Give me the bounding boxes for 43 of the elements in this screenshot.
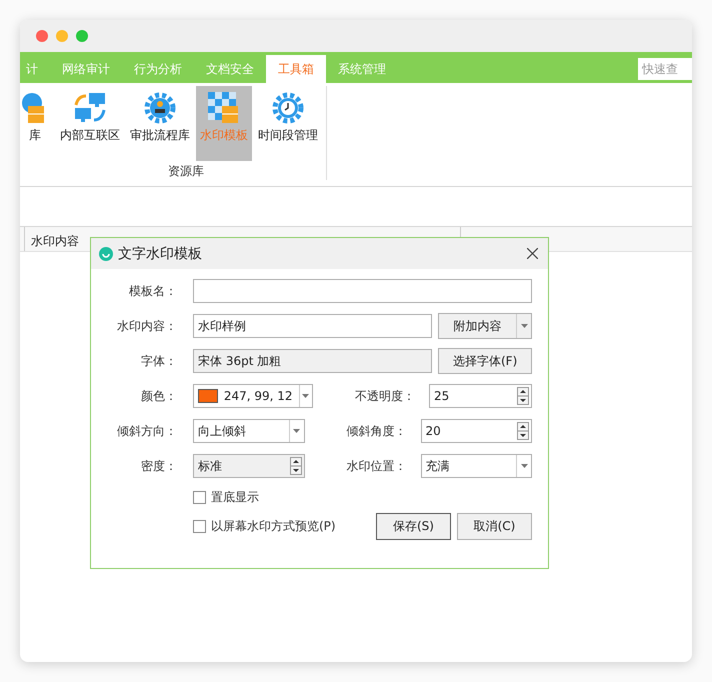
window-control[interactable] xyxy=(36,30,48,42)
ribbon-item[interactable]: 库 xyxy=(20,86,54,161)
field-label: 模板名： xyxy=(128,282,177,300)
field-label: 倾斜方向： xyxy=(116,422,177,440)
input-field[interactable] xyxy=(193,279,532,303)
spinner-icon[interactable] xyxy=(517,387,529,405)
input-field[interactable]: 水印样例 xyxy=(193,314,432,338)
dropdown[interactable]: 向上倾斜 xyxy=(193,419,304,443)
field-label: 字体： xyxy=(140,352,177,370)
group-label: 资源库 xyxy=(167,163,204,180)
spinner-icon[interactable] xyxy=(290,457,302,475)
field-label: 水印位置： xyxy=(346,458,406,474)
color-dropdown[interactable]: 247, 99, 12 xyxy=(193,384,313,408)
checkbox[interactable]: 以屏幕水印方式预览(P) xyxy=(193,518,336,535)
ribbon-item[interactable]: 时间段管理 xyxy=(254,86,322,161)
ribbon-item[interactable]: 审批流程库 xyxy=(126,86,194,161)
choose-font-button[interactable]: 选择字体(F) xyxy=(438,348,532,374)
search-field[interactable]: 快速查 xyxy=(638,58,692,80)
field-label: 水印内容： xyxy=(116,318,177,334)
spin-field[interactable]: 20 xyxy=(420,419,532,443)
close-icon[interactable] xyxy=(527,248,538,259)
checker-icon xyxy=(208,92,240,124)
clock-icon xyxy=(272,92,304,124)
field-label: 密度： xyxy=(140,458,177,474)
monitors-icon xyxy=(73,92,107,124)
field-label: 不透明度： xyxy=(354,388,415,404)
dialog-button[interactable]: 保存(S) xyxy=(376,513,451,540)
ribbon-item[interactable]: 内部互联区 xyxy=(56,86,124,161)
gear-icon xyxy=(144,92,176,124)
caret-icon xyxy=(520,464,528,468)
spinner-icon[interactable] xyxy=(517,422,529,440)
input-field: 宋体 36pt 加粗 xyxy=(193,349,432,373)
caret-icon xyxy=(293,429,300,433)
caret-icon xyxy=(520,324,528,328)
spin-field[interactable]: 25 xyxy=(429,384,532,408)
split-button[interactable]: 附加内容 xyxy=(438,313,532,339)
field-label: 倾斜角度： xyxy=(346,422,406,440)
dropdown[interactable]: 充满 xyxy=(420,454,532,478)
caret-icon xyxy=(302,394,310,398)
field-label: 颜色： xyxy=(140,388,177,404)
checkbox[interactable]: 置底显示 xyxy=(193,489,532,506)
spin-field[interactable]: 标准 xyxy=(193,454,304,478)
dialog-button[interactable]: 取消(C) xyxy=(457,513,532,540)
